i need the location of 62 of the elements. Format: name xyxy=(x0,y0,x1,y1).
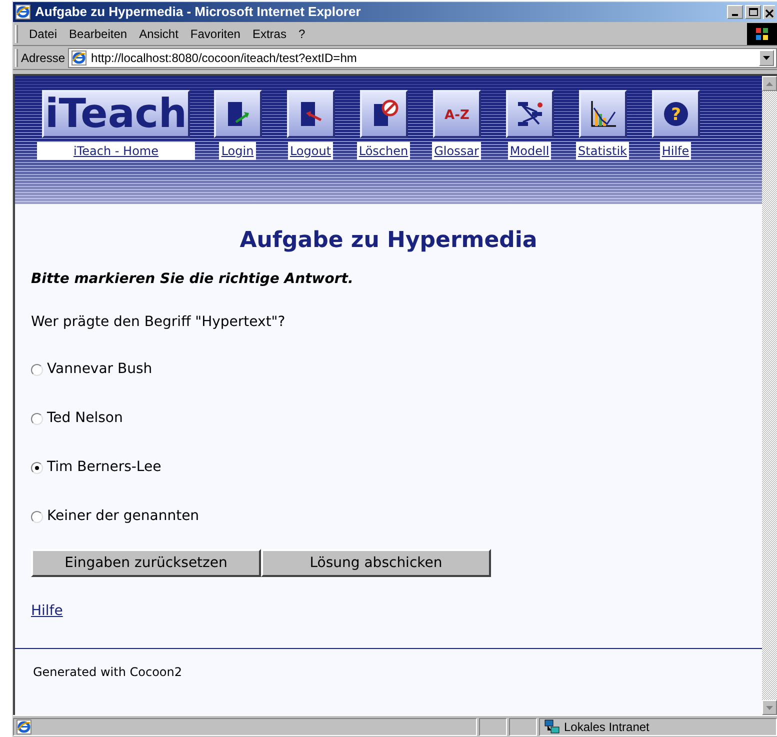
down-arrow-icon xyxy=(766,706,773,710)
question-text: Wer prägte den Begriff "Hypertext"? xyxy=(31,313,286,332)
scroll-down-button[interactable] xyxy=(762,700,777,715)
menu-item[interactable]: Datei xyxy=(23,24,64,44)
option-label: Ted Nelson xyxy=(47,409,123,428)
toolbar-button[interactable]: A-Z xyxy=(432,90,480,138)
option-label: Vannevar Bush xyxy=(47,360,152,379)
radio-button[interactable] xyxy=(31,510,43,522)
scrollbar[interactable] xyxy=(762,76,777,715)
glossary-icon: A-Z xyxy=(444,108,469,123)
form-button[interactable]: Eingaben zurücksetzen xyxy=(31,549,261,577)
nav-link[interactable]: Login xyxy=(219,142,256,160)
zone-label: Lokales Intranet xyxy=(564,718,650,736)
menu-item[interactable]: Bearbeiten xyxy=(63,24,134,44)
nav-link[interactable]: Löschen xyxy=(356,142,410,160)
help-link[interactable]: Hilfe xyxy=(31,601,63,622)
menu-item[interactable]: Favoriten xyxy=(184,24,246,44)
status-pane xyxy=(509,718,537,736)
nav-link[interactable]: Hilfe xyxy=(660,142,692,160)
network-icon xyxy=(544,718,560,734)
address-field[interactable]: http://localhost:8080/cocoon/iteach/test?extID=hm xyxy=(68,48,777,68)
form-button[interactable]: Lösung abschicken xyxy=(261,549,491,577)
logo-button[interactable]: iTeach xyxy=(42,90,190,138)
toolbar-button[interactable]: ? xyxy=(652,90,700,138)
nav-link[interactable]: Glossar xyxy=(432,142,481,160)
door-arrow-icon xyxy=(228,102,248,126)
address-label: Adresse xyxy=(21,50,66,66)
option-label: Tim Berners-Lee xyxy=(47,458,162,477)
browser-icon xyxy=(15,4,31,20)
window-title: Aufgabe zu Hypermedia - Microsoft Internet Explorer xyxy=(35,3,362,22)
menu-item[interactable]: Extras xyxy=(246,24,292,44)
status-pane xyxy=(479,718,507,736)
nav-link[interactable]: Logout xyxy=(288,142,334,160)
page-heading: Aufgabe zu Hypermedia xyxy=(238,227,538,255)
toolbar-button[interactable] xyxy=(214,90,262,138)
close-button[interactable] xyxy=(763,5,775,19)
chart-icon xyxy=(590,101,616,127)
diagram-icon xyxy=(518,102,542,126)
nav-link[interactable]: Statistik xyxy=(576,142,629,160)
toolbar-button[interactable] xyxy=(578,90,626,138)
instruction-text: Bitte markieren Sie die richtige Antwort. xyxy=(31,270,354,289)
door-arrow-icon xyxy=(300,102,322,126)
windows-logo-icon xyxy=(747,22,777,44)
menu-item[interactable]: ? xyxy=(292,24,312,44)
up-arrow-icon xyxy=(766,82,773,86)
menu-item[interactable]: Ansicht xyxy=(133,24,184,44)
radio-button[interactable] xyxy=(31,364,43,376)
help-icon: ? xyxy=(664,102,688,126)
footer-text: Generated with Cocoon2 xyxy=(32,664,183,681)
scroll-up-button[interactable] xyxy=(762,76,777,91)
home-link[interactable]: iTeach - Home xyxy=(37,142,195,160)
option-label: Keiner der genannten xyxy=(47,507,200,526)
minimize-button[interactable] xyxy=(727,5,743,19)
door-prohibited-icon xyxy=(374,100,398,126)
radio-button[interactable] xyxy=(31,462,43,474)
maximize-button[interactable] xyxy=(745,5,761,19)
toolbar-button[interactable] xyxy=(360,90,408,138)
radio-button[interactable] xyxy=(31,412,43,424)
toolbar-button[interactable] xyxy=(506,90,554,138)
nav-link[interactable]: Modell xyxy=(508,142,552,160)
page-icon xyxy=(71,50,88,66)
toolbar-button[interactable] xyxy=(286,90,334,138)
